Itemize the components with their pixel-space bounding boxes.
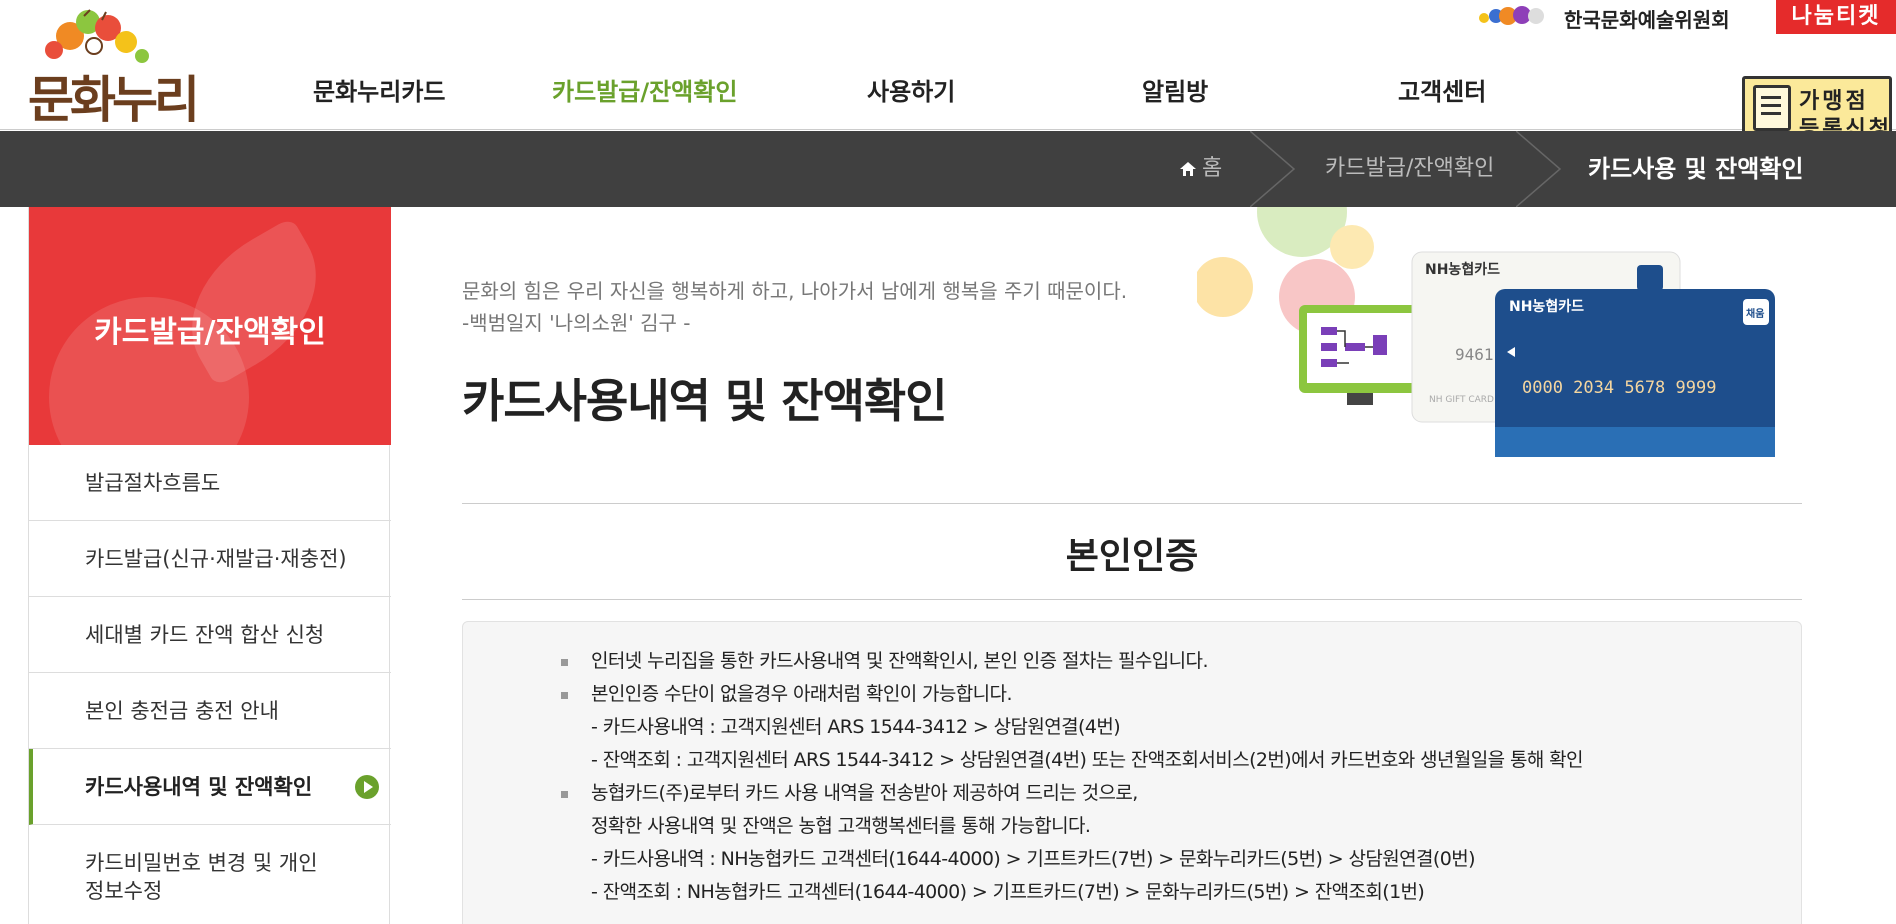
sidebar-item-label-line2: 정보수정 (85, 879, 163, 903)
sidebar-item-household-balance[interactable]: 세대별 카드 잔액 합산 신청 (29, 597, 391, 673)
sidebar-item-self-charge[interactable]: 본인 충전금 충전 안내 (29, 673, 391, 749)
breadcrumb-current: 카드사용 및 잔액확인 (1588, 155, 1804, 183)
sidebar-item-usage-balance[interactable]: 카드사용내역 및 잔액확인 (29, 749, 391, 825)
nav-item-customer-center[interactable]: 고객센터 (1398, 72, 1486, 107)
info-line: - 카드사용내역 : NH농협카드 고객센터(1644-4000) > 기프트카… (591, 848, 1475, 870)
logo-text: 문화누리 (28, 71, 200, 129)
info-line: - 카드사용내역 : 고객지원센터 ARS 1544-3412 > 상담원연결(… (591, 716, 1121, 738)
nav-item-culture-card[interactable]: 문화누리카드 (313, 72, 445, 107)
bullet-icon (561, 791, 568, 798)
bullet-icon (561, 659, 568, 666)
sidebar-item-label: 발급절차흐름도 (85, 470, 221, 495)
document-icon (1753, 85, 1791, 131)
sidebar-menu: 발급절차흐름도 카드발급(신규·재발급·재충전) 세대별 카드 잔액 합산 신청… (29, 445, 391, 924)
breadcrumb-home-label: 홈 (1202, 156, 1223, 181)
sidebar-title: 카드발급/잔액확인 (94, 315, 326, 350)
quote-text: 문화의 힘은 우리 자신을 행복하게 하고, 나아가서 남에게 행복을 주기 때… (462, 279, 1128, 303)
sidebar-item-label: 본인 충전금 충전 안내 (85, 698, 279, 723)
nav-item-notice[interactable]: 알림방 (1142, 72, 1208, 107)
site-header: 문화누리 문화누리카드 카드발급/잔액확인 사용하기 알림방 고객센터 한국문화… (0, 0, 1896, 142)
sidebar-item-card-issue[interactable]: 카드발급(신규·재발급·재충전) (29, 521, 391, 597)
partner-links: 한국문화예술위원회 나눔티켓 (1476, 0, 1896, 34)
sidebar-item-label: 카드발급(신규·재발급·재충전) (85, 546, 347, 571)
back-card-brand: NH농협카드 (1425, 262, 1500, 278)
divider (462, 503, 1802, 504)
arrow-right-circle-icon (355, 775, 379, 799)
sidebar-item-issue-flow[interactable]: 발급절차흐름도 (29, 445, 391, 521)
info-line: 본인인증 수단이 없을경우 아래처럼 확인이 가능합니다. (591, 683, 1012, 705)
card-number: 0000 2034 5678 9999 (1522, 378, 1716, 398)
sidebar-item-label: 카드사용내역 및 잔액확인 (85, 774, 313, 799)
info-line: - 잔액조회 : 고객지원센터 ARS 1544-3412 > 상담원연결(4번… (591, 749, 1584, 771)
breadcrumb: 홈 카드발급/잔액확인 카드사용 및 잔액확인 (0, 131, 1896, 207)
nav-item-card-issue[interactable]: 카드발급/잔액확인 (552, 72, 737, 107)
bullet-icon (561, 692, 568, 699)
main-content: 문화의 힘은 우리 자신을 행복하게 하고, 나아가서 남에게 행복을 주기 때… (462, 207, 1802, 924)
arts-council-logo-icon (1479, 6, 1544, 25)
back-card-label: NH GIFT CARD (1429, 395, 1494, 405)
site-logo[interactable]: 문화누리 (22, 6, 202, 129)
info-line: - 잔액조회 : NH농협카드 고객센터(1644-4000) > 기프트카드(… (591, 881, 1425, 903)
sidebar-item-password-change[interactable]: 카드비밀번호 변경 및 개인 정보수정 (29, 825, 391, 924)
card-badge: 채움 (1746, 307, 1764, 320)
back-card-digits: 9461 (1455, 345, 1494, 364)
home-icon (1180, 162, 1196, 176)
divider (462, 599, 1802, 600)
breadcrumb-level1[interactable]: 카드발급/잔액확인 (1325, 131, 1494, 207)
hero-card-illustration: NH농협카드 9461 NH GIFT CARD NH농협카드 채움 0000 … (1197, 207, 1775, 457)
sidebar-item-label: 세대별 카드 잔액 합산 신청 (85, 622, 325, 647)
breadcrumb-home[interactable]: 홈 (1180, 131, 1222, 207)
info-line: 농협카드(주)로부터 카드 사용 내역을 전송받아 제공하여 드리는 것으로, (591, 782, 1138, 804)
sidebar-item-label: 카드비밀번호 변경 및 개인 정보수정 (85, 849, 318, 905)
quote-author: -백범일지 '나의소원' 김구 - (462, 311, 691, 335)
info-line: 인터넷 누리집을 통한 카드사용내역 및 잔액확인시, 본인 인증 절차는 필수… (591, 650, 1208, 672)
auth-info-box: 인터넷 누리집을 통한 카드사용내역 및 잔액확인시, 본인 인증 절차는 필수… (462, 621, 1802, 924)
sidebar-item-label-line1: 카드비밀번호 변경 및 개인 (85, 851, 318, 875)
card-brand: NH농협카드 (1509, 299, 1584, 315)
info-line: 정확한 사용내역 및 잔액은 농협 고객행복센터를 통해 가능합니다. (591, 815, 1091, 837)
nav-item-usage[interactable]: 사용하기 (867, 72, 955, 107)
section-title: 본인인증 (1065, 536, 1199, 577)
sidebar-header: 카드발급/잔액확인 (29, 207, 391, 445)
breadcrumb-separator-icon (1516, 131, 1562, 207)
sidebar: 카드발급/잔액확인 발급절차흐름도 카드발급(신규·재발급·재충전) 세대별 카… (28, 207, 391, 924)
logo-flower-icon (45, 9, 149, 63)
breadcrumb-separator-icon (1250, 131, 1296, 207)
page-title: 카드사용내역 및 잔액확인 (462, 374, 948, 428)
nanum-ticket-link[interactable]: 나눔티켓 (1776, 0, 1896, 34)
arts-council-link[interactable]: 한국문화예술위원회 (1564, 4, 1730, 33)
